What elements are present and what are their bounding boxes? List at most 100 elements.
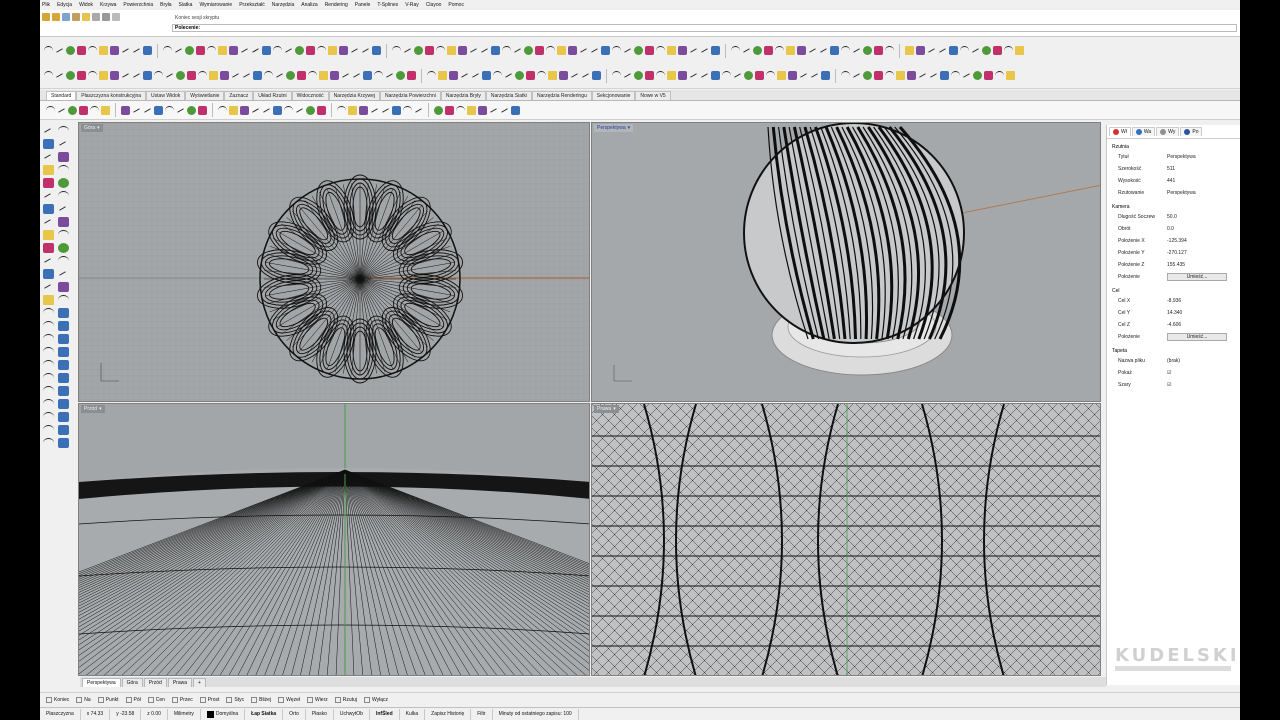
- toolbar-tab-2[interactable]: Ustaw Widok: [146, 91, 186, 100]
- surface-tool-icon[interactable]: [55, 71, 64, 80]
- status-toggle-6[interactable]: Zapisz Historię: [425, 708, 472, 720]
- menu-item-15[interactable]: Clayoo: [426, 2, 442, 8]
- standard-tool-icon[interactable]: [143, 106, 152, 115]
- cut-icon[interactable]: [92, 13, 100, 21]
- osnap-checkbox[interactable]: [46, 696, 52, 703]
- standard-tool-icon[interactable]: [132, 106, 141, 115]
- curve-tool-icon[interactable]: [524, 46, 533, 55]
- curve-tool-icon[interactable]: [196, 46, 205, 55]
- curve-tool-icon[interactable]: [535, 46, 544, 55]
- curve-tool-icon[interactable]: [88, 46, 97, 55]
- curve-tool-icon[interactable]: [808, 46, 817, 55]
- place-button[interactable]: Umieść...: [1167, 273, 1227, 281]
- viewport-tab-2[interactable]: Przód: [143, 678, 167, 687]
- property-value[interactable]: -270.127: [1167, 250, 1240, 256]
- surface-tool-icon[interactable]: [319, 71, 328, 80]
- surface-tool-icon[interactable]: [841, 71, 850, 80]
- standard-tool-icon[interactable]: [403, 105, 412, 115]
- left-tool-icon[interactable]: [43, 217, 54, 227]
- property-value[interactable]: 0.0: [1167, 226, 1240, 232]
- curve-tool-icon[interactable]: [601, 46, 610, 55]
- curve-tool-icon[interactable]: [852, 46, 861, 55]
- surface-tool-icon[interactable]: [526, 71, 535, 80]
- surface-tool-icon[interactable]: [810, 71, 819, 80]
- osnap-0[interactable]: Koniec: [46, 696, 69, 703]
- panel-tab-3[interactable]: Po: [1180, 127, 1203, 136]
- curve-tool-icon[interactable]: [634, 46, 643, 55]
- curve-tool-icon[interactable]: [262, 46, 271, 55]
- menu-item-4[interactable]: Powierzchnia: [123, 2, 153, 8]
- toolbar-tab-1[interactable]: Płaszczyzna konstrukcyjna: [76, 91, 147, 100]
- standard-tool-icon[interactable]: [392, 105, 401, 115]
- left-tool-icon[interactable]: [43, 386, 54, 396]
- standard-tool-icon[interactable]: [79, 105, 88, 115]
- menu-item-6[interactable]: Siatka: [179, 2, 193, 8]
- menu-item-9[interactable]: Narzędzia: [272, 2, 295, 8]
- open-file-icon[interactable]: [52, 13, 60, 21]
- left-tool-icon[interactable]: [58, 126, 69, 136]
- surface-tool-icon[interactable]: [559, 71, 568, 80]
- toolbar-tab-9[interactable]: Narzędzia Bryły: [440, 91, 486, 100]
- surface-tool-icon[interactable]: [874, 71, 883, 80]
- surface-tool-icon[interactable]: [88, 71, 97, 80]
- surface-tool-icon[interactable]: [438, 71, 447, 80]
- left-tool-icon[interactable]: [43, 425, 54, 435]
- toolbar-tab-10[interactable]: Narzędzia Siatki: [485, 91, 533, 100]
- standard-tool-icon[interactable]: [500, 106, 509, 115]
- surface-tool-icon[interactable]: [308, 71, 317, 80]
- curve-tool-icon[interactable]: [207, 46, 216, 55]
- osnap-7[interactable]: Styc: [226, 696, 244, 703]
- surface-tool-icon[interactable]: [581, 71, 590, 80]
- status-layer[interactable]: Domyślna: [201, 708, 246, 720]
- curve-tool-icon[interactable]: [251, 46, 260, 55]
- property-value[interactable]: -8.936: [1167, 298, 1240, 304]
- standard-tool-icon[interactable]: [218, 105, 227, 115]
- curve-tool-icon[interactable]: [99, 46, 108, 55]
- left-tool-icon[interactable]: [43, 360, 54, 370]
- curve-tool-icon[interactable]: [579, 46, 588, 55]
- surface-tool-icon[interactable]: [374, 71, 383, 80]
- curve-tool-icon[interactable]: [218, 46, 227, 55]
- curve-tool-icon[interactable]: [392, 46, 401, 55]
- surface-tool-icon[interactable]: [352, 71, 361, 80]
- standard-tool-icon[interactable]: [511, 105, 520, 115]
- surface-tool-icon[interactable]: [984, 71, 993, 80]
- standard-tool-icon[interactable]: [90, 105, 99, 115]
- surface-tool-icon[interactable]: [99, 71, 108, 80]
- surface-tool-icon[interactable]: [187, 71, 196, 80]
- curve-tool-icon[interactable]: [491, 46, 500, 55]
- property-value[interactable]: -4.606: [1167, 322, 1240, 328]
- left-tool-icon[interactable]: [58, 386, 69, 396]
- surface-tool-icon[interactable]: [777, 71, 786, 80]
- standard-tool-icon[interactable]: [198, 105, 207, 115]
- curve-tool-icon[interactable]: [557, 46, 566, 55]
- surface-tool-icon[interactable]: [1006, 71, 1015, 80]
- curve-tool-icon[interactable]: [775, 46, 784, 55]
- property-value[interactable]: ☑: [1167, 382, 1240, 388]
- curve-tool-icon[interactable]: [306, 46, 315, 55]
- surface-tool-icon[interactable]: [471, 71, 480, 80]
- left-tool-icon[interactable]: [58, 360, 69, 370]
- left-tool-icon[interactable]: [58, 217, 69, 227]
- property-value[interactable]: -125.394: [1167, 238, 1240, 244]
- surface-tool-icon[interactable]: [77, 71, 86, 80]
- surface-tool-icon[interactable]: [711, 71, 720, 80]
- curve-tool-icon[interactable]: [841, 46, 850, 55]
- surface-tool-icon[interactable]: [700, 71, 709, 80]
- osnap-checkbox[interactable]: [171, 696, 178, 703]
- standard-tool-icon[interactable]: [154, 105, 163, 115]
- surface-tool-icon[interactable]: [722, 71, 731, 80]
- standard-tool-icon[interactable]: [348, 105, 357, 115]
- osnap-8[interactable]: Bliżej: [251, 696, 271, 703]
- surface-tool-icon[interactable]: [592, 71, 601, 80]
- surface-tool-icon[interactable]: [766, 71, 775, 80]
- viewport-tab-1[interactable]: Góra: [121, 678, 143, 687]
- surface-tool-icon[interactable]: [852, 71, 861, 80]
- curve-tool-icon[interactable]: [372, 46, 381, 55]
- curve-tool-icon[interactable]: [938, 46, 947, 55]
- curve-tool-icon[interactable]: [229, 46, 238, 55]
- left-tool-icon[interactable]: [58, 165, 69, 175]
- status-cplane[interactable]: Płaszczyzna: [40, 708, 81, 720]
- viewport-title[interactable]: Góra ▾: [81, 124, 103, 132]
- left-tool-icon[interactable]: [43, 139, 54, 149]
